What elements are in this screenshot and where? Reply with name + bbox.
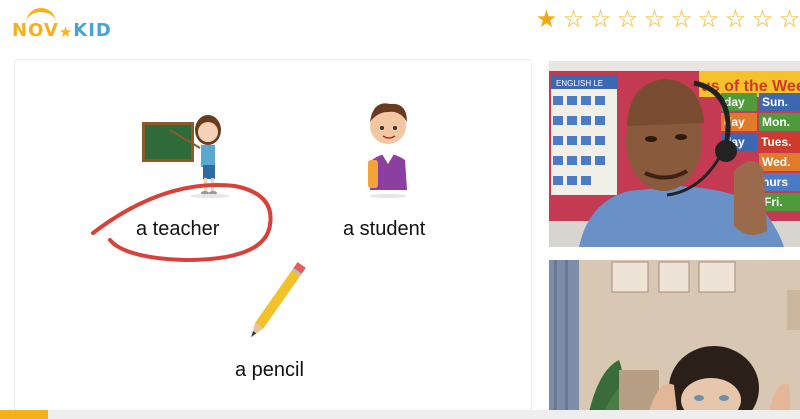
svg-text:Fri.: Fri. [764,195,783,209]
star-icon: ☆ [751,6,774,33]
star-icon: ☆ [643,6,666,33]
teacher-video[interactable]: ENGLISH LE us of the Week day Sun. day M… [549,61,800,247]
star-icon: ☆ [562,6,585,33]
poster-banner: ENGLISH LE [556,79,603,88]
star-icon: ☆ [724,6,747,33]
pencil-icon [251,262,306,338]
svg-text:hurs: hurs [762,175,788,189]
svg-text:Sun.: Sun. [762,95,788,109]
star-icon: ☆ [670,6,693,33]
svg-text:Mon.: Mon. [762,115,790,129]
novakid-logo: NOV★KID [12,8,112,41]
svg-text:Tues.: Tues. [761,135,791,149]
top-bar: NOV★KID ★ ☆ ☆ ☆ ☆ ☆ ☆ ☆ ☆ ☆ [0,0,800,44]
label-a-teacher: a teacher [136,218,220,240]
student-video-frame [549,260,800,412]
label-a-student: a student [343,218,426,240]
logo-star-icon: ★ [58,23,74,41]
logo-text: NOV★KID [12,20,112,41]
svg-text:Wed.: Wed. [762,155,790,169]
star-icon: ☆ [589,6,612,33]
lesson-board: a teacher a student a pencil [14,59,532,411]
video-panel: ENGLISH LE us of the Week day Sun. day M… [549,61,800,412]
lesson-illustrations [91,103,407,338]
star-icon: ☆ [697,6,720,33]
star-rating: ★ ☆ ☆ ☆ ☆ ☆ ☆ ☆ ☆ ☆ [533,6,800,34]
lesson-progress-fill [0,410,48,419]
student-video[interactable] [549,260,800,412]
teacher-video-frame: ENGLISH LE us of the Week day Sun. day M… [549,61,800,247]
star-icon: ☆ [778,6,800,33]
lesson-progress-bar [0,410,800,419]
label-a-pencil: a pencil [235,359,304,381]
student-icon [368,103,407,198]
star-icon: ☆ [616,6,639,33]
star-icon: ★ [535,6,558,33]
